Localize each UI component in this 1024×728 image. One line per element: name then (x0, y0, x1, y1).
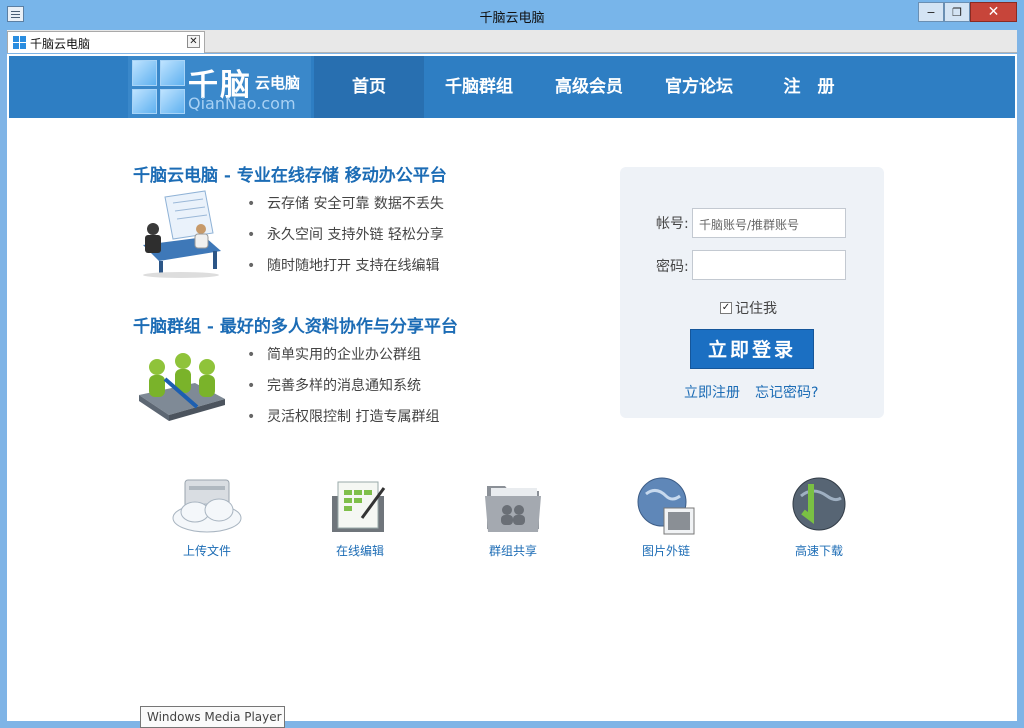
window-title: 千脑云电脑 (479, 11, 545, 26)
login-button[interactable]: 立即登录 (690, 329, 814, 369)
app-logo-icon (13, 36, 26, 49)
globe-download-icon (792, 477, 846, 531)
edit-document-icon (332, 481, 386, 532)
site-logo[interactable]: 千脑 云电脑 QianNao.com (128, 56, 311, 118)
feature-bullet: • 永久空间 支持外链 轻松分享 (247, 227, 444, 243)
shared-folder-icon (485, 486, 541, 532)
minimize-button[interactable]: − (918, 2, 944, 22)
taskbar-tooltip: Windows Media Player (140, 706, 285, 728)
tab-qiannao[interactable]: 千脑云电脑 ✕ (7, 31, 205, 53)
page-content: 千脑 云电脑 QianNao.com 首页 千脑群组 高级会员 官方论坛 注 册… (7, 54, 1017, 721)
tool-image-link-label: 图片外链 (641, 544, 690, 558)
title-bar: 千脑云电脑 − ❐ ✕ (0, 0, 1024, 30)
close-button[interactable]: ✕ (970, 2, 1017, 22)
tool-upload[interactable]: 上传文件 (157, 474, 257, 559)
nav-groups[interactable]: 千脑群组 (424, 56, 534, 118)
logo-grid-icon (132, 60, 185, 114)
top-navbar: 千脑 云电脑 QianNao.com 首页 千脑群组 高级会员 官方论坛 注 册 (9, 56, 1015, 118)
feature-bullet: • 云存储 安全可靠 数据不丢失 (247, 196, 444, 212)
tool-online-edit[interactable]: 在线编辑 (310, 474, 410, 559)
tab-close-icon[interactable]: ✕ (187, 35, 200, 48)
feature-bullet: • 随时随地打开 支持在线编辑 (247, 258, 440, 274)
tool-image-link[interactable]: 图片外链 (616, 474, 716, 559)
globe-image-icon (637, 477, 695, 535)
remember-me[interactable]: ✓ 记住我 (720, 298, 777, 318)
group-people-icon (139, 353, 225, 421)
tab-label: 千脑云电脑 (30, 37, 91, 51)
nav-register[interactable]: 注 册 (754, 56, 864, 118)
nav-forum[interactable]: 官方论坛 (644, 56, 754, 118)
feature-bullet: • 简单实用的企业办公群组 (247, 347, 421, 363)
tool-group-share[interactable]: 群组共享 (463, 474, 563, 559)
password-label: 密码: (656, 259, 689, 275)
office-meeting-icon (143, 190, 221, 278)
remember-checkbox[interactable]: ✓ (720, 302, 732, 314)
remember-label: 记住我 (735, 301, 777, 317)
login-panel: 帐号: 千脑账号/推群账号 密码: ✓ 记住我 立即登录 立即注册 忘记密码? (620, 167, 884, 418)
tool-group-share-label: 群组共享 (488, 544, 537, 558)
tab-strip: 千脑云电脑 ✕ (7, 30, 1017, 53)
logo-sub-text: 云电脑 (255, 74, 301, 92)
nav-home[interactable]: 首页 (314, 56, 424, 118)
tool-fast-download[interactable]: 高速下载 (769, 474, 869, 559)
password-input[interactable] (692, 250, 846, 280)
feature-bullet: • 完善多样的消息通知系统 (247, 378, 421, 394)
register-link[interactable]: 立即注册 (684, 382, 740, 402)
tool-fast-download-label: 高速下载 (794, 544, 843, 558)
forgot-password-link[interactable]: 忘记密码? (755, 382, 818, 402)
tool-upload-label: 上传文件 (182, 544, 231, 558)
feature-title-cloud: 千脑云电脑 - 专业在线存储 移动办公平台 (133, 166, 447, 186)
feature-bullet: • 灵活权限控制 打造专属群组 (247, 409, 440, 425)
account-label: 帐号: (656, 216, 689, 232)
tool-online-edit-label: 在线编辑 (335, 544, 384, 558)
cloud-upload-icon (172, 479, 242, 533)
logo-domain-text: QianNao.com (188, 94, 296, 113)
nav-vip[interactable]: 高级会员 (534, 56, 644, 118)
account-input[interactable]: 千脑账号/推群账号 (692, 208, 846, 238)
restore-button[interactable]: ❐ (944, 2, 970, 22)
feature-title-groups: 千脑群组 - 最好的多人资料协作与分享平台 (133, 317, 458, 337)
